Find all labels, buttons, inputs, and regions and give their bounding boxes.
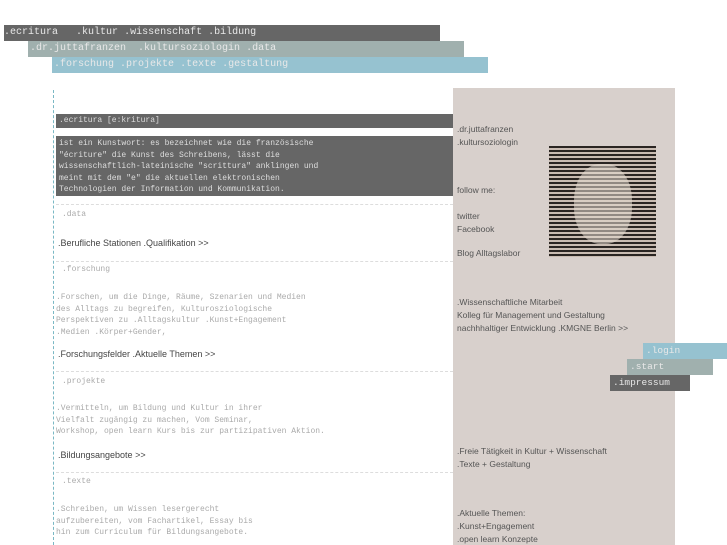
follow-label: follow me: [457, 185, 496, 195]
separator [56, 371, 453, 372]
forschung-text: .Forschen, um die Dinge, Räume, Szenarie… [56, 293, 306, 337]
label-data: .data [62, 210, 87, 219]
nav-data[interactable]: .data [246, 43, 276, 54]
face-image [574, 164, 632, 244]
nav-row-3: .forschung .projekte .texte .gestaltung [52, 57, 488, 73]
nav-projekte[interactable]: .projekte [120, 59, 174, 70]
impressum-button[interactable]: .impressum [610, 375, 690, 391]
topics-line: .open learn Konzepte [457, 534, 538, 544]
link-forschungsfelder[interactable]: .Forschungsfelder .Aktuelle Themen >> [58, 349, 215, 359]
login-button[interactable]: .login [643, 343, 727, 359]
section-title: .ecritura [e:kritura] [56, 114, 453, 128]
profile-photo [549, 146, 656, 257]
start-button[interactable]: .start [627, 359, 713, 375]
nav-row-2: .dr.juttafranzen .kultursoziologin .data [28, 41, 464, 57]
work-line: .Wissenschaftliche Mitarbeit [457, 297, 563, 307]
label-projekte: .projekte [62, 377, 106, 386]
intro-text: ist ein Kunstwort: es bezeichnet wie die… [56, 136, 453, 196]
separator [56, 472, 453, 473]
link-bildungsangebote[interactable]: .Bildungsangebote >> [58, 450, 146, 460]
projekte-text: .Vermitteln, um Bildung und Kultur in ih… [56, 404, 325, 436]
blog-link[interactable]: Blog Alltagslabor [457, 247, 520, 259]
nav-gestaltung[interactable]: .gestaltung [222, 59, 288, 70]
nav-kultursoziologin[interactable]: .kultursoziologin [138, 43, 240, 54]
work-line: Kolleg für Management und Gestaltung [457, 310, 605, 320]
separator [56, 204, 453, 205]
facebook-link[interactable]: Facebook [457, 223, 494, 235]
nav-forschung[interactable]: .forschung [54, 59, 114, 70]
dashed-divider [53, 90, 54, 545]
texte-text: .Schreiben, um Wissen lesergerecht aufzu… [56, 505, 253, 537]
sidebar: .dr.juttafranzen .kultursoziologin follo… [453, 88, 675, 545]
topics-line: .Kunst+Engagement [457, 521, 535, 531]
nav-texte[interactable]: .texte [180, 59, 216, 70]
nav-ecritura[interactable]: .ecritura [4, 27, 58, 38]
separator [56, 261, 453, 262]
freelance-line: .Freie Tätigkeit in Kultur + Wissenschaf… [457, 446, 607, 456]
nav-kultur[interactable]: .kultur [76, 27, 118, 38]
label-texte: .texte [62, 477, 91, 486]
nav-juttafranzen[interactable]: .dr.juttafranzen [30, 43, 126, 54]
kmgne-link[interactable]: nachhhaltiger Entwicklung .KMGNE Berlin … [457, 322, 628, 334]
label-forschung: .forschung [62, 265, 111, 274]
sidebar-role: .kultursoziologin [457, 137, 518, 147]
twitter-link[interactable]: twitter [457, 210, 480, 222]
link-berufliche-stationen[interactable]: .Berufliche Stationen .Qualifikation >> [58, 238, 209, 248]
nav-row-1: .ecritura .kultur .wissenschaft .bildung [4, 25, 440, 41]
sidebar-name: .dr.juttafranzen [457, 124, 514, 134]
nav-wissenschaft[interactable]: .wissenschaft [124, 27, 202, 38]
nav-bildung[interactable]: .bildung [208, 27, 256, 38]
freelance-line: .Texte + Gestaltung [457, 459, 531, 469]
topics-line: .Aktuelle Themen: [457, 508, 526, 518]
